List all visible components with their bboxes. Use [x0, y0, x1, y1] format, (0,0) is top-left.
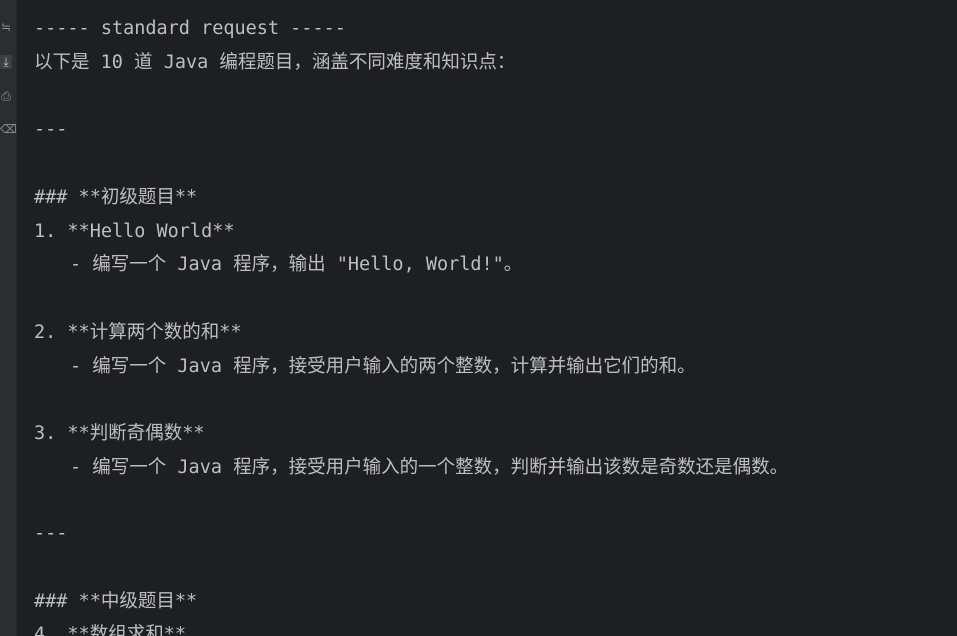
scroll-to-end-icon[interactable]: ⤓ — [0, 55, 12, 69]
console-line: - 编写一个 Java 程序，接受用户输入的两个整数，计算并输出它们的和。 — [70, 356, 696, 377]
console-toolbar: ≒ ⤓ ⎙ ⌫ — [0, 0, 17, 636]
console-line: 3. **判断奇偶数** — [34, 423, 205, 444]
soft-wrap-icon[interactable]: ≒ — [0, 20, 12, 34]
console-line: - 编写一个 Java 程序，接受用户输入的一个整数，判断并输出该数是奇数还是偶… — [70, 457, 789, 478]
print-icon[interactable]: ⎙ — [0, 89, 12, 103]
console-line: ----- standard request ----- — [34, 18, 346, 39]
console-line: 以下是 10 道 Java 编程题目，涵盖不同难度和知识点： — [34, 52, 516, 73]
console-line: 2. **计算两个数的和** — [34, 322, 242, 343]
clear-icon[interactable]: ⌫ — [0, 122, 17, 136]
console-line: ### **初级题目** — [34, 187, 198, 208]
console-line: - 编写一个 Java 程序，输出 "Hello, World!"。 — [70, 254, 523, 275]
console-line: 1. **Hello World** — [34, 221, 235, 242]
console-line: 4. **数组求和** — [34, 624, 186, 636]
console-line: ### **中级题目** — [34, 591, 198, 612]
console-line: --- — [34, 523, 68, 544]
console-output[interactable]: ----- standard request ----- 以下是 10 道 Ja… — [34, 0, 957, 636]
console-line: --- — [34, 119, 68, 140]
